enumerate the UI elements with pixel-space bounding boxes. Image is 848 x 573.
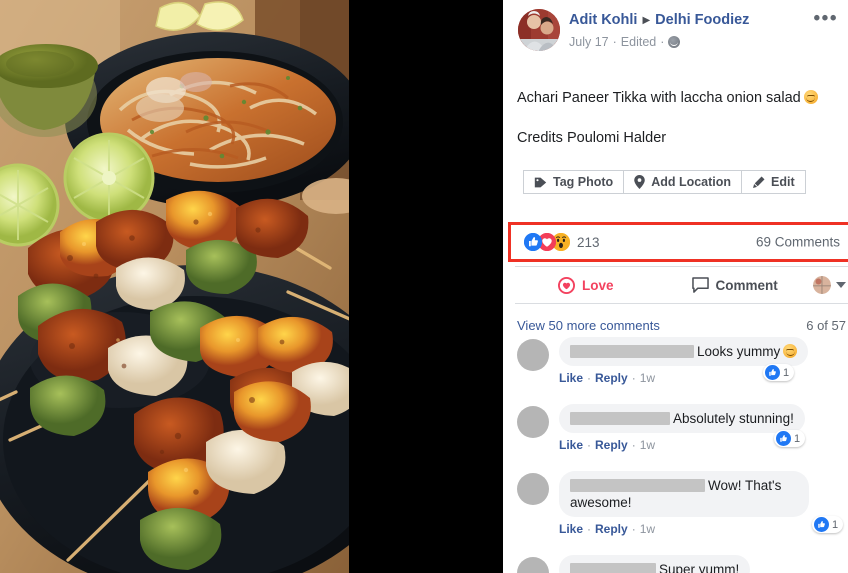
action-separator: · xyxy=(631,371,636,385)
comment-bubble: Looks yummy xyxy=(559,337,809,366)
edit-label: Edit xyxy=(771,175,795,189)
comment-timestamp[interactable]: 1w xyxy=(640,522,655,536)
comment-like-button[interactable]: Like xyxy=(559,438,583,452)
redacted-commenter-name xyxy=(570,412,670,425)
comment-bubble: Absolutely stunning! xyxy=(559,404,805,433)
comment-bubble: Wow! That's awesome! xyxy=(559,471,809,517)
reactions-summary-highlight: 213 69 Comments xyxy=(508,222,848,262)
post-caption: Achari Paneer Tikka with laccha onion sa… xyxy=(517,90,801,106)
comments-section: View 50 more comments 6 of 57 Looks yumm… xyxy=(503,310,848,573)
screenshot-root: Adit Kohli ▶ Delhi Foodiez July 17 · Edited ·… xyxy=(0,0,848,573)
view-more-comments-link[interactable]: View 50 more comments xyxy=(517,318,660,333)
avatar[interactable] xyxy=(517,406,549,438)
globe-icon[interactable] xyxy=(668,36,681,48)
redacted-commenter-name xyxy=(570,479,705,492)
comments-pagination: 6 of 57 xyxy=(806,318,846,333)
avatar[interactable] xyxy=(518,9,560,51)
list-item: Wow! That's awesome! Like · Reply · 1w 1 xyxy=(503,471,848,537)
action-separator: · xyxy=(587,522,592,536)
avatar[interactable] xyxy=(517,557,549,573)
comment-like-button[interactable]: Like xyxy=(559,371,583,385)
reaction-icon-group[interactable] xyxy=(524,233,570,251)
tag-photo-label: Tag Photo xyxy=(553,175,614,189)
action-separator: · xyxy=(587,438,592,452)
post-date[interactable]: July 17 xyxy=(569,35,609,49)
comment-timestamp[interactable]: 1w xyxy=(640,371,655,385)
love-label: Love xyxy=(582,277,614,293)
thumbs-up-icon xyxy=(776,431,791,446)
like-icon xyxy=(524,233,542,251)
comment-like-badge[interactable]: 1 xyxy=(774,430,806,447)
post-photo[interactable] xyxy=(0,0,349,573)
redacted-commenter-name xyxy=(570,563,656,573)
chevron-down-icon xyxy=(836,282,846,288)
comment-actions: Like · Reply · 1w xyxy=(559,521,848,537)
redacted-commenter-name xyxy=(570,345,694,358)
comment-text: Super yumm! xyxy=(659,562,740,573)
post-edited-label[interactable]: Edited xyxy=(621,35,656,49)
post-action-chips: Tag Photo Add Location Edit xyxy=(523,170,848,194)
smiling-face-emoji xyxy=(783,344,798,358)
comment-actions: Like · Reply · 1w xyxy=(559,370,848,386)
reaction-count[interactable]: 213 xyxy=(577,235,600,250)
tag-photo-button[interactable]: Tag Photo xyxy=(523,170,625,194)
author-line: Adit Kohli ▶ Delhi Foodiez xyxy=(569,11,749,31)
post-header: Adit Kohli ▶ Delhi Foodiez July 17 · Edited ·… xyxy=(503,0,848,62)
tag-icon xyxy=(534,177,547,187)
meta-separator-1: · xyxy=(612,35,617,49)
black-letterbox-area xyxy=(349,0,503,573)
author-name[interactable]: Adit Kohli xyxy=(569,12,637,28)
group-name[interactable]: Delhi Foodiez xyxy=(655,12,749,28)
breadcrumb-arrow-icon: ▶ xyxy=(642,15,651,26)
comment-button[interactable]: Comment xyxy=(691,277,778,293)
avatar[interactable] xyxy=(517,473,549,505)
list-item: Looks yummy Like · Reply · 1w 1 xyxy=(503,337,848,386)
pencil-icon xyxy=(753,175,765,188)
edit-button[interactable]: Edit xyxy=(742,170,806,194)
comment-like-button[interactable]: Like xyxy=(559,522,583,536)
comment-bubble: Super yumm! xyxy=(559,555,751,573)
add-location-button[interactable]: Add Location xyxy=(624,170,743,194)
action-separator: · xyxy=(631,438,636,452)
post-author-block: Adit Kohli ▶ Delhi Foodiez July 17 · Edited · xyxy=(569,11,749,50)
facebook-post-panel: Adit Kohli ▶ Delhi Foodiez July 17 · Edited ·… xyxy=(503,0,848,573)
comment-as-selector[interactable] xyxy=(813,276,846,294)
post-text-line-1: Achari Paneer Tikka with laccha onion sa… xyxy=(517,88,834,108)
post-meta: July 17 · Edited · xyxy=(569,34,749,50)
list-item: Absolutely stunning! Like · Reply · 1w 1 xyxy=(503,404,848,453)
like-count: 1 xyxy=(783,366,790,379)
thumbs-up-icon xyxy=(814,517,829,532)
comments-header: View 50 more comments 6 of 57 xyxy=(503,310,848,337)
action-separator: · xyxy=(587,371,592,385)
post-body: Achari Paneer Tikka with laccha onion sa… xyxy=(503,88,848,148)
comment-label: Comment xyxy=(715,277,778,293)
list-item: Super yumm! xyxy=(503,555,848,573)
post-text-line-2: Credits Poulomi Halder xyxy=(517,130,667,146)
comment-reply-button[interactable]: Reply xyxy=(595,438,628,452)
like-count: 1 xyxy=(794,432,801,445)
comment-timestamp[interactable]: 1w xyxy=(640,438,655,452)
speech-bubble-icon xyxy=(691,277,709,293)
comment-like-badge[interactable]: 1 xyxy=(812,516,844,533)
meta-separator-2: · xyxy=(660,35,665,49)
comment-like-badge[interactable]: 1 xyxy=(763,364,795,381)
post-more-options-icon[interactable]: ••• xyxy=(814,9,838,28)
comment-count-link[interactable]: 69 Comments xyxy=(756,235,840,250)
action-separator: · xyxy=(631,522,636,536)
add-location-label: Add Location xyxy=(651,175,732,189)
post-action-bar: Love Comment xyxy=(515,266,848,304)
user-avatar xyxy=(813,276,831,294)
comment-text: Looks yummy xyxy=(697,344,781,359)
location-pin-icon xyxy=(634,175,645,189)
avatar[interactable] xyxy=(517,339,549,371)
comment-reply-button[interactable]: Reply xyxy=(595,522,628,536)
heart-icon xyxy=(558,276,575,294)
comment-reply-button[interactable]: Reply xyxy=(595,371,628,385)
smiling-face-emoji xyxy=(803,90,818,104)
love-button[interactable]: Love xyxy=(558,276,614,294)
like-count: 1 xyxy=(832,518,839,531)
thumbs-up-icon xyxy=(765,365,780,380)
comment-text: Absolutely stunning! xyxy=(673,411,794,426)
